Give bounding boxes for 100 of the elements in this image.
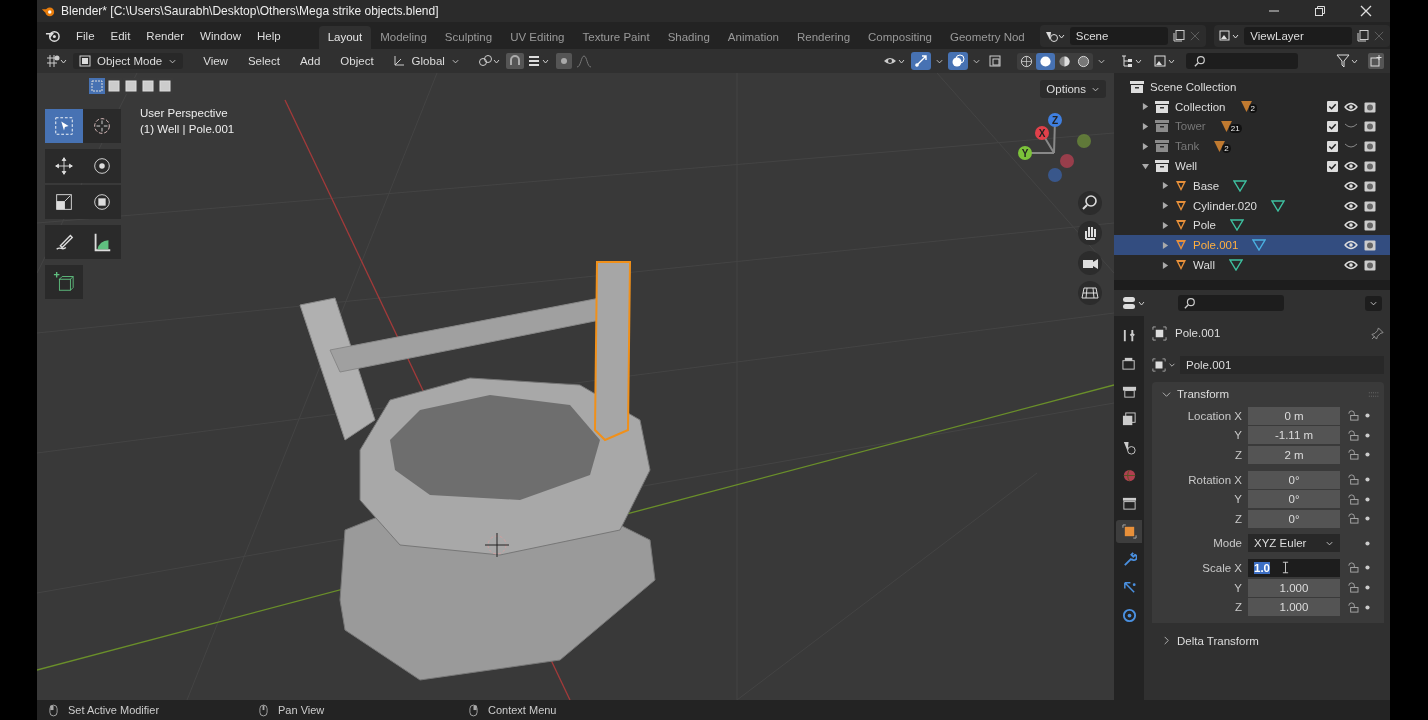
- collapsed-arrow-icon[interactable]: [1142, 142, 1149, 150]
- camera-icon[interactable]: [1364, 239, 1376, 252]
- camera-icon[interactable]: [1364, 259, 1376, 272]
- eye-icon[interactable]: [1344, 200, 1358, 211]
- gizmo-toggle[interactable]: [911, 52, 931, 70]
- expanded-arrow-icon[interactable]: [1142, 162, 1149, 170]
- workspace-tab[interactable]: Layout: [318, 26, 372, 49]
- number-input-field[interactable]: 1.0: [1248, 558, 1340, 577]
- collapsed-arrow-icon[interactable]: [1162, 202, 1169, 210]
- unlocked-padlock-icon[interactable]: [1346, 582, 1359, 594]
- collapsed-arrow-icon[interactable]: [1162, 221, 1169, 229]
- options-dropdown[interactable]: Options: [1040, 80, 1106, 98]
- view-layer-field[interactable]: ViewLayer: [1244, 26, 1352, 45]
- unlocked-padlock-icon[interactable]: [1346, 474, 1359, 486]
- collapsed-arrow-icon[interactable]: [1162, 261, 1169, 269]
- menu-item[interactable]: Help: [249, 26, 289, 45]
- camera-icon[interactable]: [1078, 251, 1102, 275]
- panel-header[interactable]: Transform: [1156, 382, 1380, 406]
- outliner-row[interactable]: Well: [1114, 156, 1390, 176]
- collection-name[interactable]: Collection: [1175, 100, 1226, 113]
- search-field[interactable]: [1186, 53, 1298, 69]
- unlocked-padlock-icon[interactable]: [1346, 562, 1359, 574]
- outliner-row[interactable]: Tank 2: [1114, 136, 1390, 157]
- keyframe-dot-icon[interactable]: [1365, 432, 1370, 438]
- mode-dropdown[interactable]: XYZ Euler: [1248, 534, 1340, 553]
- selection-mode-button[interactable]: [157, 78, 173, 94]
- overlay-toggle[interactable]: [948, 52, 968, 70]
- keyframe-dot-icon[interactable]: [1365, 452, 1370, 458]
- workspace-tab[interactable]: Geometry Nod: [941, 26, 1034, 49]
- menu-item[interactable]: Window: [192, 26, 249, 45]
- camera-icon[interactable]: [1364, 160, 1376, 173]
- menu-item[interactable]: View: [195, 52, 236, 70]
- workspace-tab[interactable]: Sculpting: [435, 26, 502, 49]
- keyframe-dot-icon[interactable]: [1365, 516, 1370, 522]
- collection-name[interactable]: Scene Collection: [1150, 80, 1237, 93]
- panel-header[interactable]: Delta Transform: [1156, 628, 1380, 653]
- menu-item[interactable]: File: [68, 26, 103, 45]
- keyframe-dot-icon[interactable]: [1365, 413, 1370, 419]
- object-type-dropdown[interactable]: [1152, 358, 1176, 372]
- keyframe-dot-icon[interactable]: [1365, 477, 1370, 483]
- transform-tool-button[interactable]: [83, 185, 121, 219]
- hand-icon[interactable]: [1078, 221, 1102, 245]
- keyframe-dot-icon[interactable]: [1365, 585, 1370, 591]
- selection-mode-button[interactable]: [123, 78, 139, 94]
- camera-icon[interactable]: [1364, 140, 1376, 153]
- menu-item[interactable]: Add: [291, 52, 329, 70]
- restore-icon[interactable]: [1314, 5, 1326, 17]
- pin-icon[interactable]: [1371, 326, 1384, 340]
- collapsed-arrow-icon[interactable]: [1162, 241, 1169, 249]
- eye-icon[interactable]: [1344, 180, 1358, 191]
- workspace-tab[interactable]: Modeling: [371, 26, 436, 49]
- number-field[interactable]: 1.000: [1248, 598, 1340, 617]
- keyframe-dot-icon[interactable]: [1365, 565, 1370, 571]
- rotate-tool-button[interactable]: [83, 149, 121, 183]
- outliner-row[interactable]: Pole.001: [1114, 235, 1390, 256]
- solid-shading-button[interactable]: [1036, 52, 1055, 70]
- unlocked-padlock-icon[interactable]: [1346, 410, 1359, 422]
- add-tool-button[interactable]: [45, 265, 83, 299]
- eye-icon[interactable]: [1344, 260, 1358, 271]
- unlocked-padlock-icon[interactable]: [1346, 429, 1359, 441]
- checkbox[interactable]: [1327, 160, 1338, 172]
- number-field[interactable]: 0°: [1248, 509, 1340, 528]
- outliner-row[interactable]: Tower 21: [1114, 116, 1390, 137]
- object-name[interactable]: Pole.001: [1193, 239, 1239, 252]
- eye-icon[interactable]: [1344, 101, 1358, 112]
- outliner-row[interactable]: Pole: [1114, 215, 1390, 236]
- magnet-icon[interactable]: [505, 53, 524, 69]
- unlocked-padlock-icon[interactable]: [1346, 601, 1359, 613]
- workspace-tab[interactable]: Animation: [718, 26, 788, 49]
- drag-handle-icon[interactable]: [1368, 390, 1380, 398]
- annotate-tool-button[interactable]: [45, 225, 83, 259]
- camera-icon[interactable]: [1364, 179, 1376, 192]
- search-field[interactable]: [1178, 295, 1284, 311]
- workspace-tab[interactable]: Shading: [658, 26, 719, 49]
- keyframe-dot-icon[interactable]: [1365, 540, 1370, 546]
- workspace-tab[interactable]: Compositing: [859, 26, 941, 49]
- move-tool-button[interactable]: [45, 149, 83, 183]
- eye-icon[interactable]: [1344, 240, 1358, 251]
- unlocked-padlock-icon[interactable]: [1346, 513, 1359, 525]
- zoom-icon[interactable]: [1078, 191, 1102, 215]
- selection-mode-button[interactable]: [140, 78, 156, 94]
- measure-tool-button[interactable]: [83, 225, 121, 259]
- number-field[interactable]: 0 m: [1248, 406, 1340, 425]
- copy-icon[interactable]: [1172, 28, 1187, 43]
- object-tab[interactable]: [1116, 520, 1142, 543]
- menu-item[interactable]: Edit: [102, 26, 139, 45]
- scale-tool-button[interactable]: [45, 185, 83, 219]
- mode-dropdown[interactable]: Object Mode: [73, 53, 184, 69]
- axis-gizmo[interactable]: X Y Z: [1014, 113, 1104, 203]
- collapsed-arrow-icon[interactable]: [1142, 123, 1149, 130]
- menu-item[interactable]: Object: [332, 52, 382, 70]
- keyframe-dot-icon[interactable]: [1365, 496, 1370, 502]
- orientation-dropdown[interactable]: Global: [385, 52, 466, 70]
- new-collection-icon[interactable]: [1368, 53, 1384, 69]
- checkbox[interactable]: [1327, 140, 1338, 152]
- keyframe-dot-icon[interactable]: [1365, 604, 1370, 610]
- number-field[interactable]: 2 m: [1248, 446, 1340, 464]
- workspace-tab[interactable]: Rendering: [788, 26, 860, 49]
- outliner-display-icon[interactable]: [1120, 54, 1144, 68]
- camera-icon[interactable]: [1364, 100, 1376, 113]
